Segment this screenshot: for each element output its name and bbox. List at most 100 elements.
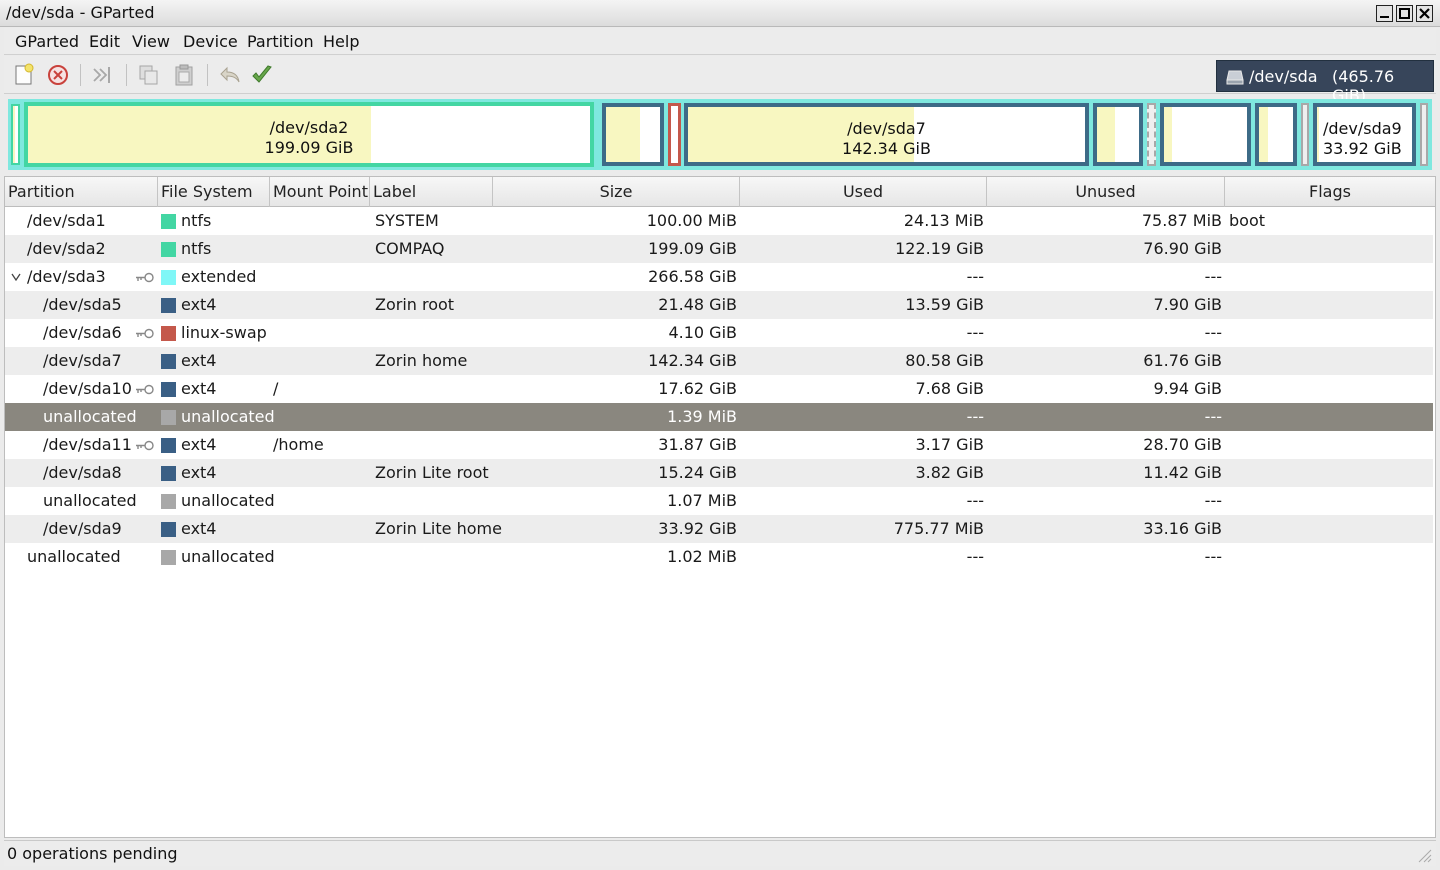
table-row[interactable]: unallocated unallocated 1.02 MiB --- --- bbox=[5, 543, 1433, 571]
partition-block-sda7[interactable]: /dev/sda7 142.34 GiB bbox=[684, 103, 1089, 166]
partition-block-size: 199.09 GiB bbox=[264, 138, 354, 157]
menu-help[interactable]: Help bbox=[323, 32, 359, 51]
cell-unused: --- bbox=[1204, 491, 1222, 510]
cell-file-system: unallocated bbox=[181, 407, 275, 426]
cell-file-system: ext4 bbox=[181, 351, 217, 370]
column-header-size[interactable]: Size bbox=[493, 177, 740, 207]
partition-block-sda9[interactable]: /dev/sda9 33.92 GiB bbox=[1313, 103, 1416, 166]
partition-block-unallocated[interactable] bbox=[1147, 103, 1156, 166]
resize-move-icon[interactable] bbox=[90, 63, 114, 87]
partition-block-sda2[interactable]: /dev/sda2 199.09 GiB bbox=[24, 102, 594, 167]
filesystem-color-swatch bbox=[161, 214, 176, 229]
cell-unused: 9.94 GiB bbox=[1153, 379, 1222, 398]
apply-icon[interactable] bbox=[250, 63, 274, 87]
table-row[interactable]: /dev/sda11 ext4/home 31.87 GiB 3.17 GiB 28.7… bbox=[5, 431, 1433, 459]
partition-block-sda11[interactable] bbox=[1160, 103, 1251, 166]
menu-partition[interactable]: Partition bbox=[247, 32, 314, 51]
partition-block-sda10[interactable] bbox=[1093, 103, 1143, 166]
undo-icon[interactable] bbox=[218, 63, 242, 87]
key-lock-icon bbox=[136, 272, 154, 283]
partition-block-label: /dev/sda7 142.34 GiB bbox=[688, 119, 1085, 159]
minimize-button[interactable] bbox=[1376, 5, 1393, 22]
table-row[interactable]: /dev/sda1 ntfs SYSTEM 100.00 MiB 24.13 MiB 75… bbox=[5, 207, 1433, 235]
cell-used: 122.19 GiB bbox=[895, 239, 984, 258]
cell-label: COMPAQ bbox=[375, 239, 445, 258]
used-space-bar bbox=[1259, 107, 1268, 162]
menu-device[interactable]: Device bbox=[183, 32, 238, 51]
column-header-partition[interactable]: Partition bbox=[5, 177, 158, 207]
device-selector[interactable]: /dev/sda (465.76 GiB) bbox=[1216, 60, 1434, 105]
cell-used: 24.13 MiB bbox=[903, 211, 984, 230]
column-header-used[interactable]: Used bbox=[740, 177, 987, 207]
partition-block-sda1[interactable] bbox=[11, 104, 20, 165]
partition-block-sda8[interactable] bbox=[1255, 103, 1297, 166]
column-header-label[interactable]: Label bbox=[370, 177, 493, 207]
filesystem-color-swatch bbox=[161, 522, 176, 537]
table-row[interactable]: unallocated unallocated 1.39 MiB --- --- bbox=[5, 403, 1433, 431]
table-row[interactable]: /dev/sda10 ext4 / 17.62 GiB 7.68 GiB 9.94 GiB bbox=[5, 375, 1433, 403]
window-title: /dev/sda - GParted bbox=[6, 3, 155, 22]
table-row[interactable]: /dev/sda7 ext4 Zorin home 142.34 GiB 80.58 G… bbox=[5, 347, 1433, 375]
column-header-flags[interactable]: Flags bbox=[1225, 177, 1435, 207]
paste-icon[interactable] bbox=[172, 63, 196, 87]
cell-used: 775.77 MiB bbox=[893, 519, 984, 538]
cell-size: 17.62 GiB bbox=[658, 379, 737, 398]
resize-grip-icon[interactable] bbox=[1416, 847, 1432, 863]
menu-view[interactable]: View bbox=[132, 32, 170, 51]
cell-unused: 28.70 GiB bbox=[1143, 435, 1222, 454]
delete-icon[interactable] bbox=[46, 63, 70, 87]
cell-file-system: ext4 bbox=[181, 519, 217, 538]
table-row[interactable]: unallocated unallocated 1.07 MiB --- --- bbox=[5, 487, 1433, 515]
cell-used: 3.17 GiB bbox=[915, 435, 984, 454]
cell-unused: 61.76 GiB bbox=[1143, 351, 1222, 370]
filesystem-color-swatch bbox=[161, 438, 176, 453]
cell-used: --- bbox=[966, 407, 984, 426]
filesystem-color-swatch bbox=[161, 270, 176, 285]
cell-size: 1.02 MiB bbox=[667, 547, 737, 566]
column-header-unused[interactable]: Unused bbox=[987, 177, 1225, 207]
key-lock-icon bbox=[136, 440, 154, 451]
cell-size: 33.92 GiB bbox=[658, 519, 737, 538]
cell-size: 100.00 MiB bbox=[646, 211, 737, 230]
filesystem-color-swatch bbox=[161, 326, 176, 341]
used-space-bar bbox=[1097, 107, 1116, 162]
cell-partition: /dev/sda2 bbox=[27, 239, 106, 258]
cell-unused: --- bbox=[1204, 407, 1222, 426]
table-row[interactable]: /dev/sda9 ext4 Zorin Lite home 33.92 GiB 775… bbox=[5, 515, 1433, 543]
expander-arrow-icon[interactable] bbox=[11, 273, 21, 281]
partition-block-sda6[interactable] bbox=[668, 103, 681, 166]
cell-used: --- bbox=[966, 547, 984, 566]
cell-unused: 7.90 GiB bbox=[1153, 295, 1222, 314]
menu-gparted[interactable]: GParted bbox=[15, 32, 79, 51]
cell-partition: /dev/sda7 bbox=[43, 351, 122, 370]
table-row[interactable]: /dev/sda8 ext4 Zorin Lite root 15.24 GiB 3.8… bbox=[5, 459, 1433, 487]
table-row[interactable]: /dev/sda2 ntfs COMPAQ 199.09 GiB 122.19 GiB 7… bbox=[5, 235, 1433, 263]
cell-size: 21.48 GiB bbox=[658, 295, 737, 314]
menu-edit[interactable]: Edit bbox=[89, 32, 120, 51]
used-space-bar bbox=[13, 106, 15, 163]
new-icon[interactable] bbox=[12, 63, 36, 87]
partition-block-size: 33.92 GiB bbox=[1323, 139, 1402, 158]
column-header-mount-point[interactable]: Mount Point bbox=[270, 177, 370, 207]
cell-size: 4.10 GiB bbox=[668, 323, 737, 342]
close-button[interactable] bbox=[1416, 5, 1433, 22]
maximize-button[interactable] bbox=[1396, 5, 1413, 22]
partition-block-name: /dev/sda7 bbox=[847, 119, 926, 138]
copy-icon[interactable] bbox=[137, 63, 161, 87]
toolbar-separator bbox=[80, 64, 81, 86]
cell-partition: unallocated bbox=[27, 547, 121, 566]
table-row[interactable]: /dev/sda5 ext4 Zorin root 21.48 GiB 13.59 Gi… bbox=[5, 291, 1433, 319]
cell-unused: 75.87 MiB bbox=[1141, 211, 1222, 230]
partition-map: /dev/sda2 199.09 GiB /dev/sda7 142.34 Gi… bbox=[8, 99, 1432, 170]
cell-size: 199.09 GiB bbox=[648, 239, 737, 258]
cell-partition: /dev/sda5 bbox=[43, 295, 122, 314]
cell-used: --- bbox=[966, 323, 984, 342]
filesystem-color-swatch bbox=[161, 242, 176, 257]
partition-block-unallocated[interactable] bbox=[1420, 103, 1428, 166]
table-row[interactable]: /dev/sda6 linux-swap 4.10 GiB --- --- bbox=[5, 319, 1433, 347]
column-header-file-system[interactable]: File System bbox=[158, 177, 270, 207]
partition-block-unallocated[interactable] bbox=[1301, 103, 1309, 166]
partition-block-sda5[interactable] bbox=[602, 103, 664, 166]
cell-used: --- bbox=[966, 491, 984, 510]
table-row[interactable]: /dev/sda3 extended 266.58 GiB --- --- bbox=[5, 263, 1433, 291]
